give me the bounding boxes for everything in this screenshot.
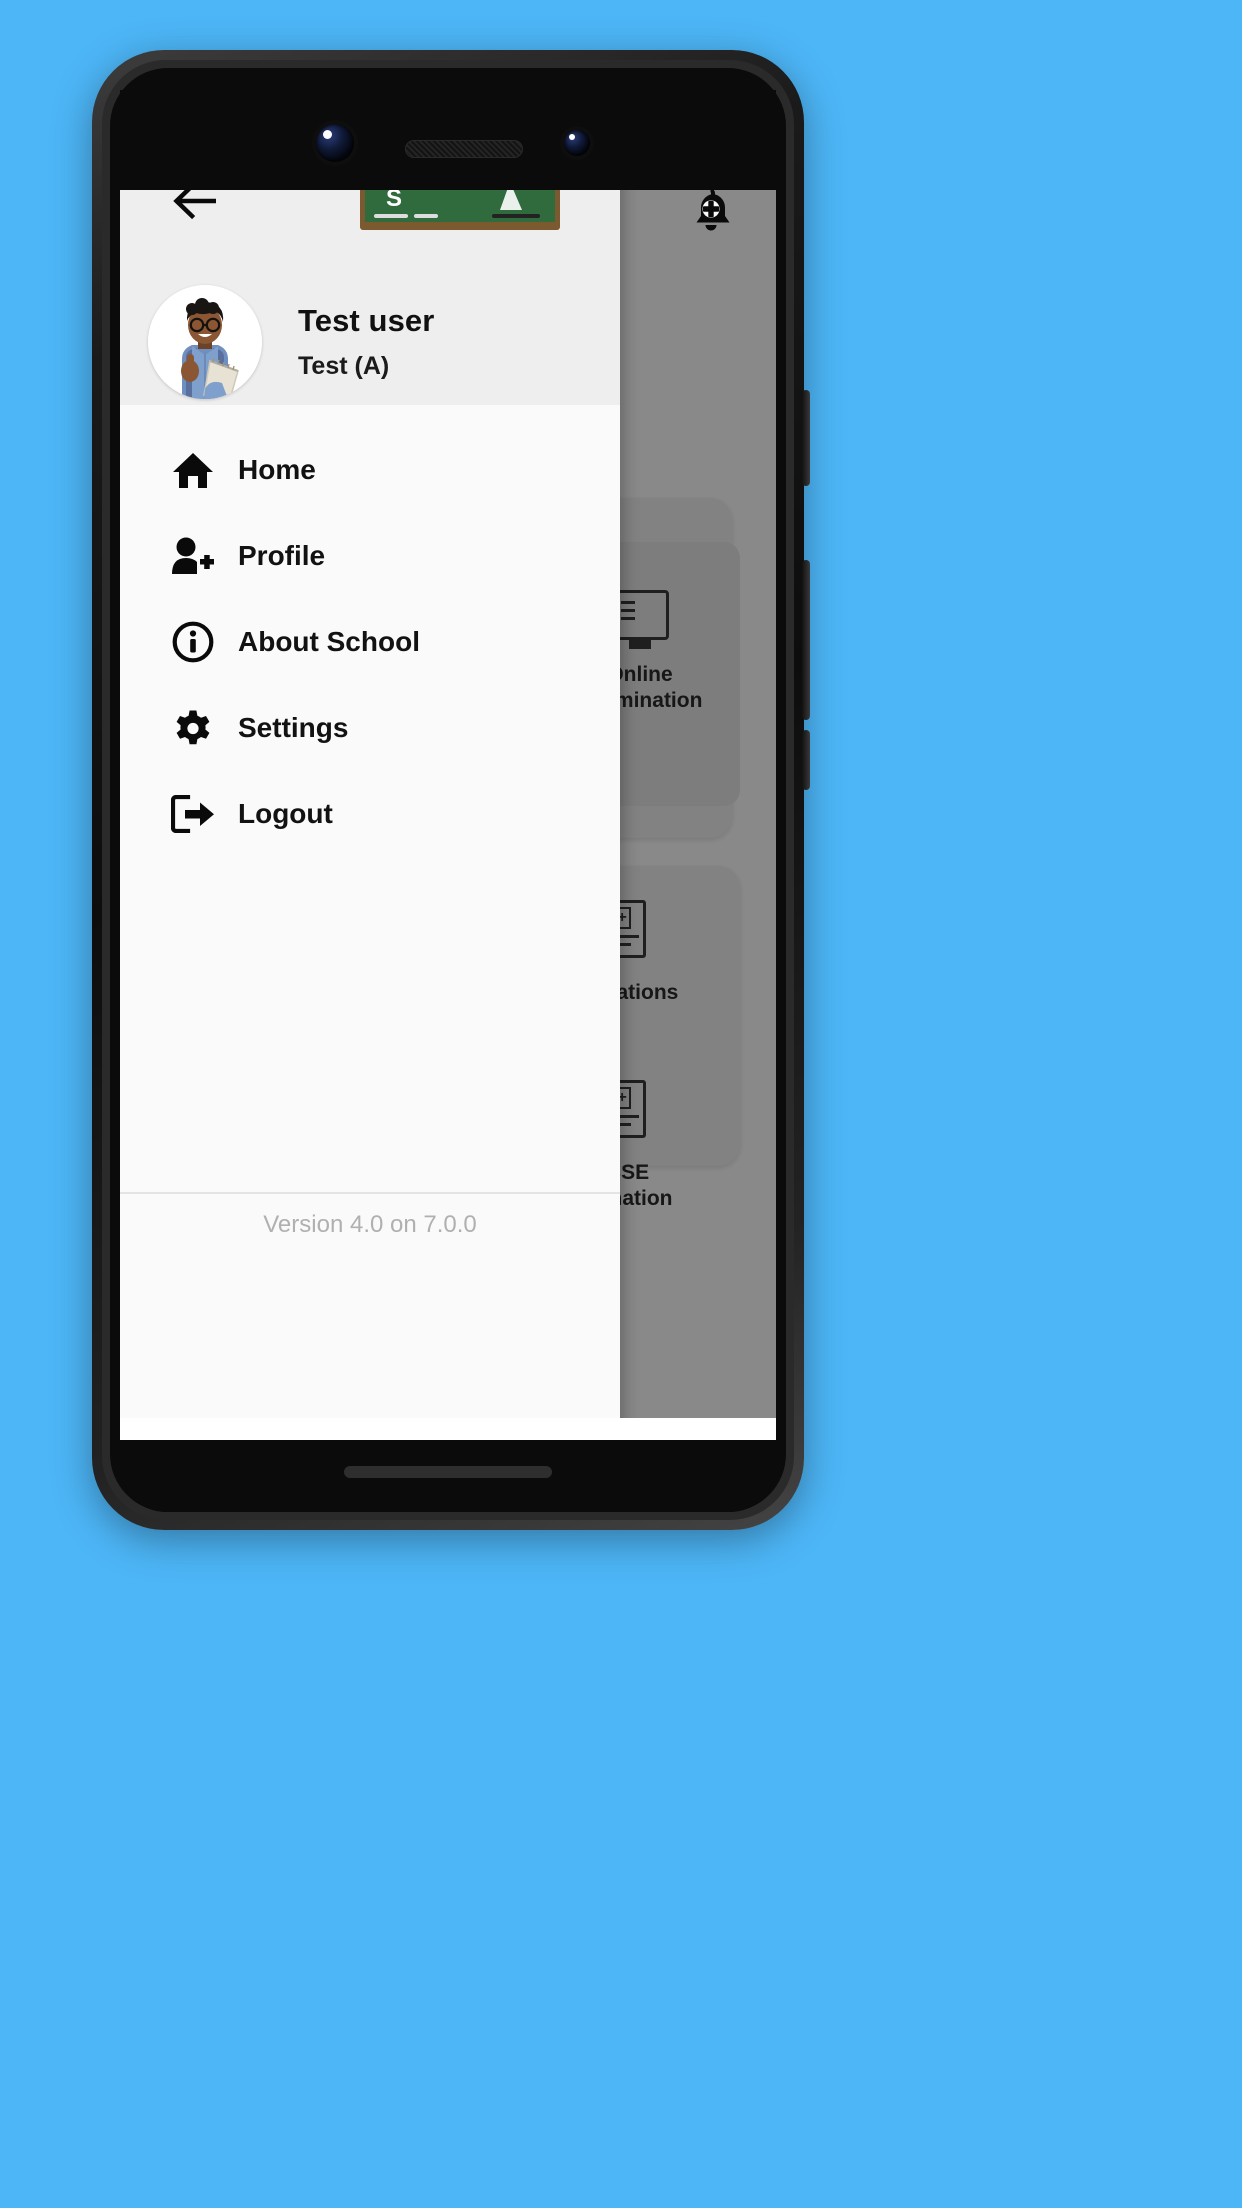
drawer-scrim-overlay[interactable]: [620, 186, 776, 1440]
volume-down-button[interactable]: [802, 730, 810, 790]
sidebar-item-label: Logout: [238, 798, 333, 829]
sidebar-item-logout[interactable]: Logout: [120, 771, 620, 857]
phone-screen: OnlineExamination A+ ...minations A+ CBS…: [120, 90, 776, 1440]
user-name: Test user: [298, 303, 435, 338]
camera-glint: [569, 134, 575, 140]
sidebar-item-label: Profile: [238, 540, 326, 571]
version-label: Version 4.0 on 7.0.0: [263, 1211, 477, 1238]
camera-glint: [323, 130, 332, 139]
person-add-icon: [156, 536, 230, 576]
avatar: [148, 285, 262, 399]
sidebar-item-settings[interactable]: Settings: [120, 685, 620, 771]
menu-divider: [120, 1192, 620, 1194]
phone-device-frame: OnlineExamination A+ ...minations A+ CBS…: [92, 50, 810, 1530]
drawer-user-header[interactable]: Test user Test (A): [120, 279, 620, 405]
screen-bottom-strip: [120, 1418, 776, 1440]
navigation-drawer: Test user Test (A) Home Profile About Sc…: [120, 90, 620, 1440]
sidebar-item-label: Home: [238, 454, 316, 485]
sidebar-item-home[interactable]: Home: [120, 427, 620, 513]
device-notch: [120, 90, 776, 190]
drawer-menu-list: Home Profile About School Settings Logou…: [120, 405, 620, 1238]
logout-icon: [156, 795, 230, 833]
device-chin: [120, 1440, 776, 1512]
gear-icon: [156, 707, 230, 749]
volume-up-button[interactable]: [802, 560, 810, 720]
earpiece-speaker-grille: [405, 140, 523, 158]
power-button[interactable]: [802, 390, 810, 486]
sidebar-item-label: About School: [238, 626, 420, 657]
user-identity: Test user Test (A): [298, 303, 434, 381]
sidebar-item-about-school[interactable]: About School: [120, 599, 620, 685]
front-camera-lens: [316, 124, 354, 162]
home-indicator-bar[interactable]: [344, 1466, 552, 1478]
home-icon: [156, 450, 230, 490]
user-class: Test (A): [298, 352, 390, 380]
bell-add-icon: [696, 189, 730, 231]
sidebar-item-profile[interactable]: Profile: [120, 513, 620, 599]
page-root: OnlineExamination A+ ...minations A+ CBS…: [0, 0, 1242, 2208]
secondary-camera-lens: [564, 130, 590, 156]
sidebar-item-label: Settings: [238, 712, 349, 743]
info-circle-icon: [156, 621, 230, 663]
